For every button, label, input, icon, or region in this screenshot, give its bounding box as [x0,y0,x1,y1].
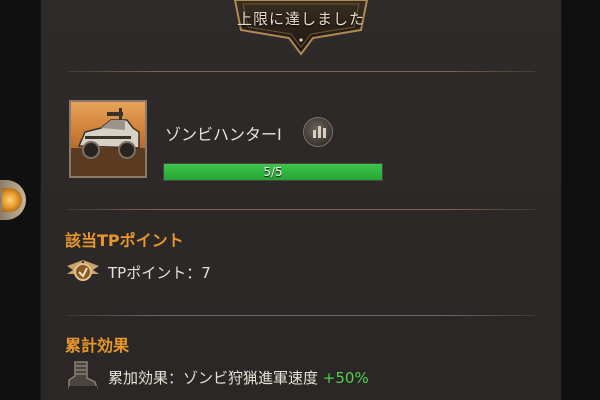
right-gutter [560,0,600,400]
boot-icon [68,361,99,390]
effect-row: 累加効果：ゾンビ狩猟進軍速度 +50% [108,367,369,388]
skill-detail-panel: 上限に達しました ゾンビハンターⅠ 5/5 該当TPポイント TPポイント：7 … [40,0,562,400]
tp-points-label: TPポイント： [108,264,202,282]
skill-progress-bar: 5/5 [163,163,383,181]
divider-bottom [67,315,535,316]
skill-name: ゾンビハンターⅠ [165,125,282,144]
rank-chart-icon[interactable] [303,117,333,147]
tp-points-value: 7 [201,264,211,282]
tp-points-row: TPポイント：7 [108,262,211,283]
armored-vehicle-image [69,100,147,178]
max-level-banner: 上限に達しました [229,0,373,56]
tp-section-title: 該当TPポイント [65,231,184,250]
vehicle-illustration-icon [71,108,145,176]
winged-medal-icon [67,260,99,281]
effect-bonus-value: +50% [322,369,369,387]
divider-middle [67,209,535,210]
banner-text: 上限に達しました [236,10,365,28]
divider-top [67,71,535,72]
progress-text: 5/5 [263,165,283,179]
effect-label: 累加効果：ゾンビ狩猟進軍速度 [108,369,319,387]
side-tab-icon [2,188,22,212]
effect-section-title: 累計効果 [65,336,130,355]
